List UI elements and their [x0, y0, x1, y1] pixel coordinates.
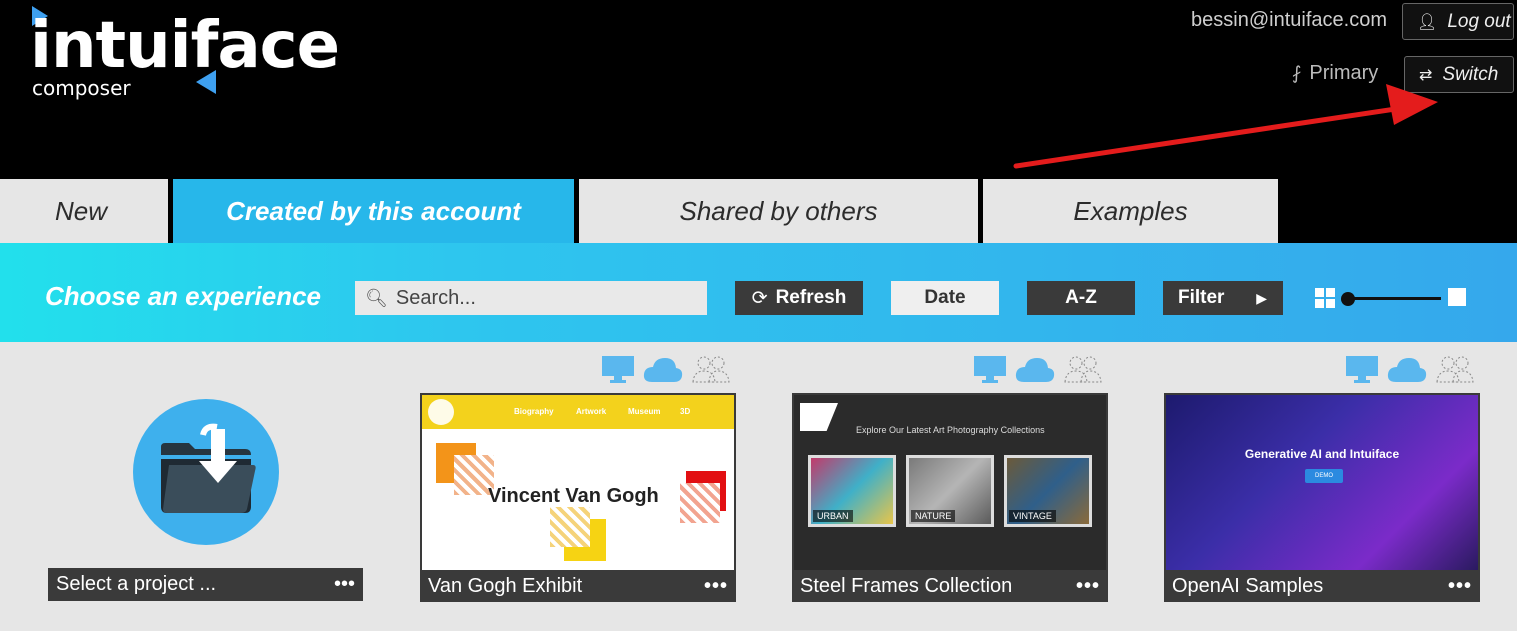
more-options-icon[interactable]: ••• [334, 573, 355, 596]
intuiface-logo: intuiface composer [28, 4, 368, 104]
thumb-tile: NATURE [906, 455, 994, 527]
thumb-badge: DEMO [1305, 469, 1343, 483]
shared-users-icon [692, 356, 730, 383]
logo-subtitle: composer [32, 76, 131, 100]
thumb-logo [800, 403, 838, 431]
select-project-bar[interactable]: Select a project ... ••• [48, 568, 363, 601]
card-title: OpenAI Samples [1172, 574, 1324, 597]
refresh-label: Refresh [775, 287, 847, 308]
card-title: Steel Frames Collection [800, 574, 1013, 597]
toolbar-heading: Choose an experience [45, 281, 321, 311]
more-options-icon[interactable]: ••• [1076, 575, 1100, 598]
tab-created-by-this-account[interactable]: Created by this account [173, 179, 574, 243]
filter-button[interactable]: Filter ▶ [1163, 281, 1283, 315]
thumbnail-size-slider[interactable] [1341, 289, 1451, 309]
thumb-nav-bar: Biography Artwork Museum 3D [422, 395, 734, 429]
card-status-icons [1344, 354, 1476, 384]
thumb-tile-label: NATURE [911, 510, 956, 522]
workspace-icon: ⨏ [1292, 63, 1302, 83]
cloud-icon [1015, 358, 1055, 382]
filter-label: Filter [1178, 287, 1225, 308]
logo-wordmark: intuiface [30, 9, 340, 83]
thumb-deco [680, 483, 720, 523]
user-icon: 👤︎ [1417, 13, 1438, 31]
thumb-heading: Vincent Van Gogh [488, 485, 659, 507]
open-project-button[interactable] [133, 399, 279, 545]
logo-triangle-icon [196, 70, 216, 94]
tab-bar: New Created by this account Shared by ot… [0, 179, 1517, 243]
thumb-heading: Generative AI and Intuiface [1244, 447, 1400, 461]
thumb-nav-item: Artwork [576, 407, 607, 416]
search-box[interactable]: 🔍︎ [355, 281, 707, 315]
thumb-nav-item: Museum [628, 407, 661, 416]
switch-button[interactable]: ⇄ Switch [1404, 56, 1514, 93]
switch-arrows-icon: ⇄ [1419, 66, 1433, 84]
more-options-icon[interactable]: ••• [1448, 575, 1472, 598]
card-thumbnail[interactable]: Explore Our Latest Art Photography Colle… [792, 393, 1108, 572]
account-email: bessin@intuiface.com [1191, 9, 1387, 31]
card-title-bar[interactable]: Steel Frames Collection ••• [792, 570, 1108, 602]
workspace-label: Primary [1309, 62, 1379, 84]
large-grid-icon[interactable] [1448, 288, 1466, 306]
thumb-tile-label: VINTAGE [1009, 510, 1056, 522]
logout-label: Log out [1447, 10, 1511, 32]
card-title-bar[interactable]: Van Gogh Exhibit ••• [420, 570, 736, 602]
slider-knob[interactable] [1341, 292, 1355, 306]
toolbar: Choose an experience 🔍︎ ⟳ Refresh Date A… [0, 243, 1517, 342]
sort-date-button[interactable]: Date [891, 281, 999, 315]
sort-az-button[interactable]: A-Z [1027, 281, 1135, 315]
shared-users-icon [1436, 356, 1474, 383]
search-input[interactable] [395, 286, 696, 310]
card-title-bar[interactable]: OpenAI Samples ••• [1164, 570, 1480, 602]
thumb-tile: VINTAGE [1004, 455, 1092, 527]
tab-examples[interactable]: Examples [983, 179, 1278, 243]
slider-track [1347, 297, 1441, 300]
switch-label: Switch [1442, 63, 1499, 85]
card-thumbnail[interactable]: Generative AI and Intuiface DEMO [1164, 393, 1480, 572]
thumb-tile-label: URBAN [813, 510, 853, 522]
thumb-nav-item: Biography [514, 407, 554, 416]
thumb-heading: Explore Our Latest Art Photography Colle… [856, 425, 1045, 435]
more-options-icon[interactable]: ••• [704, 575, 728, 598]
small-grid-icon[interactable] [1315, 288, 1335, 308]
card-status-icons [600, 354, 732, 384]
cloud-icon [1387, 358, 1427, 382]
refresh-icon: ⟳ [751, 287, 768, 309]
search-icon: 🔍︎ [365, 287, 388, 308]
monitor-icon [974, 356, 1006, 383]
cloud-icon [643, 358, 683, 382]
refresh-button[interactable]: ⟳ Refresh [735, 281, 863, 315]
thumb-deco [550, 507, 590, 547]
tab-shared-by-others[interactable]: Shared by others [579, 179, 978, 243]
monitor-icon [602, 356, 634, 383]
card-thumbnail[interactable]: Biography Artwork Museum 3D Vincent Van … [420, 393, 736, 572]
monitor-icon [1346, 356, 1378, 383]
workspace-indicator: ⨏ Primary [1292, 62, 1378, 85]
header: intuiface composer bessin@intuiface.com … [0, 0, 1517, 180]
card-status-icons [972, 354, 1104, 384]
card-title: Van Gogh Exhibit [428, 574, 583, 597]
select-project-label: Select a project ... [56, 573, 217, 595]
folder-download-icon [161, 423, 256, 513]
tab-new[interactable]: New [0, 179, 168, 243]
logout-button[interactable]: 👤︎ Log out [1402, 3, 1514, 40]
thumb-nav-item: 3D [680, 407, 691, 416]
play-arrow-icon: ▶ [1256, 289, 1267, 306]
thumb-logo [428, 399, 454, 425]
thumb-tile: URBAN [808, 455, 896, 527]
shared-users-icon [1064, 356, 1102, 383]
